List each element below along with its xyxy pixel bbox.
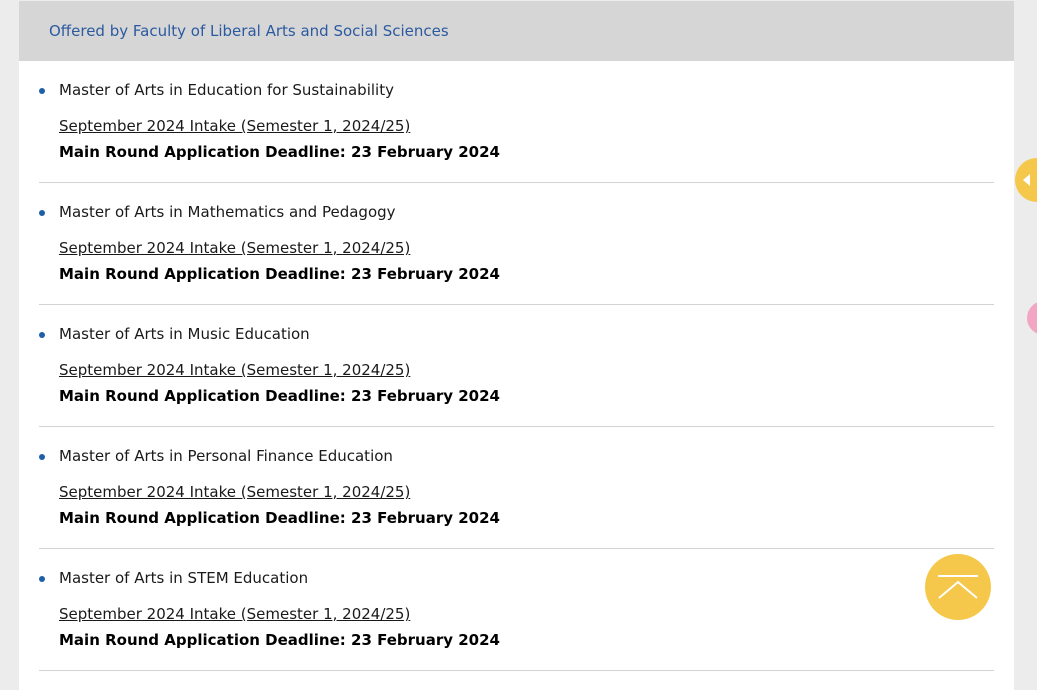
programme-title: Master of Arts in Personal Finance Educa… xyxy=(59,447,393,465)
application-deadline: Main Round Application Deadline: 23 Febr… xyxy=(59,143,500,161)
bullet-icon xyxy=(39,88,45,94)
application-deadline: Main Round Application Deadline: 23 Febr… xyxy=(59,387,500,405)
bullet-icon xyxy=(39,332,45,338)
programme-item: Master of Arts in Personal Finance Educa… xyxy=(39,427,994,549)
intake-link[interactable]: September 2024 Intake (Semester 1, 2024/… xyxy=(59,116,410,136)
application-deadline: Main Round Application Deadline: 23 Febr… xyxy=(59,509,500,527)
section-heading: Offered by Faculty of Liberal Arts and S… xyxy=(49,22,449,40)
programme-list: Master of Arts in Education for Sustaina… xyxy=(19,61,1014,671)
intake-link[interactable]: September 2024 Intake (Semester 1, 2024/… xyxy=(59,238,410,258)
intake-link[interactable]: September 2024 Intake (Semester 1, 2024/… xyxy=(59,482,410,502)
programme-title: Master of Arts in Music Education xyxy=(59,325,310,343)
application-deadline: Main Round Application Deadline: 23 Febr… xyxy=(59,265,500,283)
programme-item: Master of Arts in Education for Sustaina… xyxy=(39,61,994,183)
application-deadline: Main Round Application Deadline: 23 Febr… xyxy=(59,631,500,649)
programme-item: Master of Arts in STEM Education Septemb… xyxy=(39,549,994,671)
intake-link[interactable]: September 2024 Intake (Semester 1, 2024/… xyxy=(59,360,410,380)
programme-panel: Offered by Faculty of Liberal Arts and S… xyxy=(19,1,1014,690)
bullet-icon xyxy=(39,576,45,582)
bullet-icon xyxy=(39,210,45,216)
programme-item: Master of Arts in Mathematics and Pedago… xyxy=(39,183,994,305)
programme-title: Master of Arts in Mathematics and Pedago… xyxy=(59,203,396,221)
programme-title: Master of Arts in STEM Education xyxy=(59,569,309,587)
side-tab-pink[interactable] xyxy=(1027,301,1037,335)
intake-link[interactable]: September 2024 Intake (Semester 1, 2024/… xyxy=(59,604,410,624)
chevron-left-icon xyxy=(1023,174,1030,186)
bullet-icon xyxy=(39,454,45,460)
back-to-top-button[interactable] xyxy=(925,554,991,620)
programme-title: Master of Arts in Education for Sustaina… xyxy=(59,81,394,99)
side-tab-yellow[interactable] xyxy=(1015,158,1037,202)
chevron-up-icon xyxy=(938,575,978,599)
section-header: Offered by Faculty of Liberal Arts and S… xyxy=(19,1,1014,61)
programme-item: Master of Arts in Music Education Septem… xyxy=(39,305,994,427)
